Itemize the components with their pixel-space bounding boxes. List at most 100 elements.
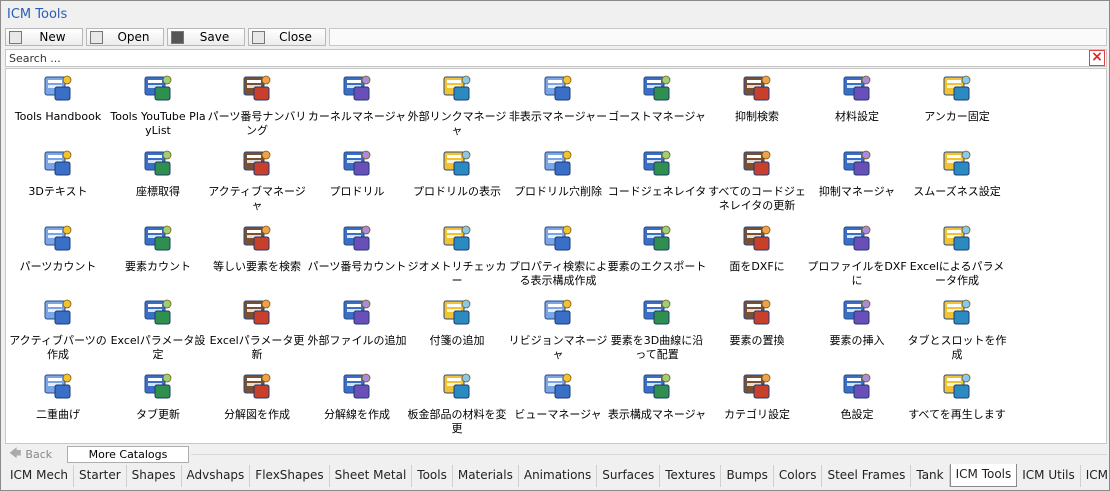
tool-item[interactable]: すべてのコードジェネレイタの更新 (707, 146, 807, 213)
tool-item-label: パーツカウント (19, 260, 97, 273)
back-button[interactable]: 🡄 Back (9, 446, 65, 462)
sticky-note-icon (440, 295, 474, 329)
graduation-cap-icon (41, 71, 75, 105)
toolbar: New Open Save Close (5, 28, 1107, 48)
part-numbering-icon (240, 71, 274, 105)
tool-item-label: 抑制検索 (735, 110, 779, 123)
find-equal-icon (240, 221, 274, 255)
tool-item[interactable]: Tools Handbook (8, 71, 108, 124)
tool-item[interactable]: 付箋の追加 (407, 295, 507, 348)
new-button-label: New (39, 30, 66, 44)
tool-item[interactable]: リビジョンマネージャ (508, 295, 608, 362)
tab-icm-utils[interactable]: ICM Utils (1017, 465, 1081, 487)
tool-item[interactable]: 面をDXFに (707, 221, 807, 274)
open-button[interactable]: Open (86, 28, 164, 46)
display-config-manager-icon (640, 369, 674, 403)
tool-item[interactable]: Tools YouTube PlayList (108, 71, 208, 138)
tab-icm-tools[interactable]: ICM Tools (949, 464, 1018, 487)
tool-item[interactable]: アクティブマネージャ (207, 146, 307, 213)
profile-dxf-icon (840, 221, 874, 255)
tool-item[interactable]: 3Dテキスト (8, 146, 108, 199)
more-catalogs-button[interactable]: More Catalogs (67, 446, 189, 463)
tab-icm-mech[interactable]: ICM Mech (5, 465, 75, 487)
tab-surfaces[interactable]: Surfaces (597, 465, 661, 487)
tool-item[interactable]: カテゴリ設定 (707, 369, 807, 422)
tool-item-label: 要素を3D曲線に沿って配置 (610, 334, 704, 361)
tab-shapes[interactable]: Shapes (127, 465, 182, 487)
tool-item[interactable]: Excelによるパラメータ作成 (907, 221, 1007, 288)
tool-item[interactable]: 材料設定 (807, 71, 907, 124)
tool-item[interactable]: 等しい要素を検索 (207, 221, 307, 274)
new-button[interactable]: New (5, 28, 83, 46)
tool-item[interactable]: タブとスロットを作成 (907, 295, 1007, 362)
tab-sheet-metal[interactable]: Sheet Metal (330, 465, 413, 487)
tool-item[interactable]: 要素のエクスポート (607, 221, 707, 274)
tool-item[interactable]: プロドリル穴削除 (508, 146, 608, 199)
color-setting-icon (840, 369, 874, 403)
tool-item[interactable]: 色設定 (807, 369, 907, 422)
tool-item[interactable]: 要素カウント (108, 221, 208, 274)
revision-manager-icon (541, 295, 575, 329)
save-button[interactable]: Save (167, 28, 245, 46)
tool-item[interactable]: アクティブパーツの作成 (8, 295, 108, 362)
tool-item[interactable]: Excelパラメータ設定 (108, 295, 208, 362)
tool-item[interactable]: カーネルマネージャ (307, 71, 407, 124)
tab-flexshapes[interactable]: FlexShapes (250, 465, 330, 487)
tool-item[interactable]: 外部ファイルの追加 (307, 295, 407, 348)
pro-drill-delete-icon (541, 146, 575, 180)
tab-tools[interactable]: Tools (412, 465, 453, 487)
tool-item[interactable]: スムーズネス設定 (907, 146, 1007, 199)
tool-item[interactable]: プロドリル (307, 146, 407, 199)
tool-item[interactable]: パーツカウント (8, 221, 108, 274)
tool-item[interactable]: アンカー固定 (907, 71, 1007, 124)
tool-item[interactable]: 二重曲げ (8, 369, 108, 422)
smoothness-icon (940, 146, 974, 180)
tool-item[interactable]: Excelパラメータ更新 (207, 295, 307, 362)
tool-item[interactable]: プロパティ検索による表示構成作成 (508, 221, 608, 288)
tab-starter[interactable]: Starter (74, 465, 127, 487)
tool-item[interactable]: パーツ番号ナンバリング (207, 71, 307, 138)
tool-item[interactable]: プロファイルをDXFに (807, 221, 907, 288)
close-button-label: Close (279, 30, 312, 44)
tool-item[interactable]: 板金部品の材料を変更 (407, 369, 507, 436)
back-button-label: Back (25, 448, 53, 461)
tool-item[interactable]: タブ更新 (108, 369, 208, 422)
tab-colors[interactable]: Colors (774, 465, 823, 487)
tool-item[interactable]: 分解図を作成 (207, 369, 307, 422)
tool-item[interactable]: 要素の置換 (707, 295, 807, 348)
tool-item[interactable]: ビューマネージャ (508, 369, 608, 422)
tool-item[interactable]: 要素を3D曲線に沿って配置 (607, 295, 707, 362)
tab-materials[interactable]: Materials (453, 465, 519, 487)
explode-line-icon (340, 369, 374, 403)
clear-search-icon[interactable]: × (1089, 50, 1105, 66)
tool-item[interactable]: 座標取得 (108, 146, 208, 199)
tab-tank[interactable]: Tank (911, 465, 950, 487)
tab-animations[interactable]: Animations (519, 465, 598, 487)
kernel-manager-icon (340, 71, 374, 105)
tool-item-label: ジオメトリチェッカー (407, 260, 507, 287)
property-search-icon (541, 221, 575, 255)
tool-item[interactable]: コードジェネレイタ (607, 146, 707, 199)
tab-steel-frames[interactable]: Steel Frames (822, 465, 912, 487)
double-bend-icon (41, 369, 75, 403)
tab-textures[interactable]: Textures (660, 465, 722, 487)
pro-drill-icon (340, 146, 374, 180)
tool-item[interactable]: 表示構成マネージャ (607, 369, 707, 422)
tool-item[interactable]: 非表示マネージャー (508, 71, 608, 124)
tab-icm-pipes[interactable]: ICM Pipes (1081, 465, 1110, 487)
tool-item[interactable]: 外部リンクマネージャ (407, 71, 507, 138)
tool-item-label: パーツ番号カウント (307, 260, 407, 273)
tool-item[interactable]: すべてを再生します (907, 369, 1007, 422)
tool-item[interactable]: 要素の挿入 (807, 295, 907, 348)
tool-item[interactable]: プロドリルの表示 (407, 146, 507, 199)
tool-item[interactable]: パーツ番号カウント (307, 221, 407, 274)
tab-bumps[interactable]: Bumps (721, 465, 774, 487)
tool-item[interactable]: 抑制検索 (707, 71, 807, 124)
search-input[interactable] (6, 50, 1086, 66)
tool-item[interactable]: 分解線を作成 (307, 369, 407, 422)
tool-item[interactable]: 抑制マネージャ (807, 146, 907, 199)
tool-item[interactable]: ゴーストマネージャ (607, 71, 707, 124)
close-button[interactable]: Close (248, 28, 326, 46)
tab-advshaps[interactable]: Advshaps (182, 465, 251, 487)
tool-item[interactable]: ジオメトリチェッカー (407, 221, 507, 288)
